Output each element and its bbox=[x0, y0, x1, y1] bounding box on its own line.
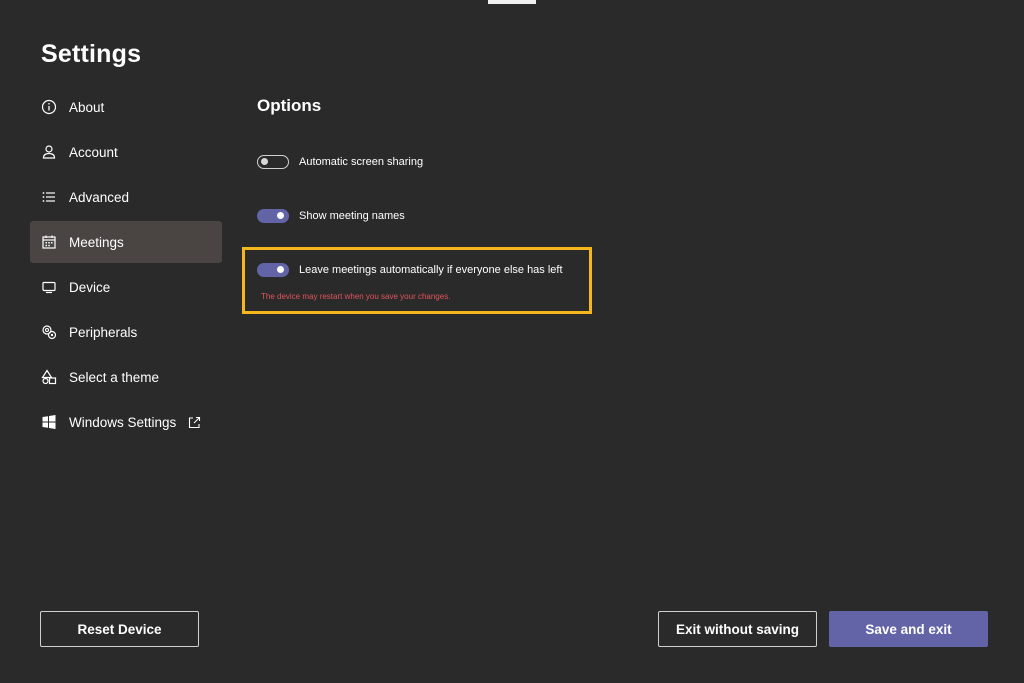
list-icon bbox=[41, 189, 57, 205]
option-show-meeting-names[interactable]: Show meeting names bbox=[257, 209, 405, 223]
toggle-knob bbox=[277, 266, 284, 273]
monitor-icon bbox=[41, 279, 57, 295]
sidebar-item-peripherals[interactable]: Peripherals bbox=[30, 311, 222, 353]
options-heading: Options bbox=[257, 96, 322, 115]
exit-without-saving-button[interactable]: Exit without saving bbox=[658, 611, 817, 647]
top-notch bbox=[488, 0, 536, 4]
sidebar-item-account[interactable]: Account bbox=[30, 131, 222, 173]
calendar-icon bbox=[41, 234, 57, 250]
sidebar-item-advanced[interactable]: Advanced bbox=[30, 176, 222, 218]
sidebar-item-label: Select a theme bbox=[69, 369, 160, 385]
person-icon bbox=[41, 144, 57, 160]
settings-screen: Settings About Account Advanced Meetings bbox=[0, 0, 1024, 683]
sidebar: About Account Advanced Meetings Device P… bbox=[30, 86, 222, 446]
sidebar-item-about[interactable]: About bbox=[30, 86, 222, 128]
sidebar-item-label: Windows Settings bbox=[69, 414, 177, 430]
option-automatic-screen-sharing[interactable]: Automatic screen sharing bbox=[257, 155, 423, 169]
shapes-icon bbox=[41, 369, 57, 385]
sidebar-item-label: Advanced bbox=[69, 189, 130, 205]
sidebar-item-label: About bbox=[69, 99, 105, 115]
sidebar-item-windows-settings[interactable]: Windows Settings bbox=[30, 401, 222, 443]
sidebar-item-label: Account bbox=[69, 144, 118, 160]
sidebar-item-meetings[interactable]: Meetings bbox=[30, 221, 222, 263]
sidebar-item-label: Device bbox=[69, 279, 111, 295]
leave-meetings-automatically-toggle[interactable] bbox=[257, 263, 289, 277]
reset-device-button[interactable]: Reset Device bbox=[40, 611, 199, 647]
sidebar-item-label: Meetings bbox=[69, 234, 124, 250]
option-label: Automatic screen sharing bbox=[299, 156, 424, 168]
page-title: Settings bbox=[41, 40, 142, 68]
sidebar-item-select-theme[interactable]: Select a theme bbox=[30, 356, 222, 398]
toggle-knob bbox=[277, 212, 284, 219]
automatic-screen-sharing-toggle[interactable] bbox=[257, 155, 289, 169]
option-label: Leave meetings automatically if everyone… bbox=[299, 264, 563, 276]
save-and-exit-button[interactable]: Save and exit bbox=[829, 611, 988, 647]
external-link-icon bbox=[188, 416, 201, 429]
info-icon bbox=[41, 99, 57, 115]
peripherals-icon bbox=[41, 324, 57, 340]
sidebar-item-label: Peripherals bbox=[69, 324, 138, 340]
sidebar-item-device[interactable]: Device bbox=[30, 266, 222, 308]
option-leave-meetings-automatically[interactable]: Leave meetings automatically if everyone… bbox=[257, 263, 563, 277]
toggle-knob bbox=[261, 158, 268, 165]
highlight-box bbox=[242, 247, 592, 314]
option-label: Show meeting names bbox=[299, 210, 405, 222]
windows-icon bbox=[41, 414, 57, 430]
restart-warning: The device may restart when you save you… bbox=[261, 292, 451, 301]
show-meeting-names-toggle[interactable] bbox=[257, 209, 289, 223]
